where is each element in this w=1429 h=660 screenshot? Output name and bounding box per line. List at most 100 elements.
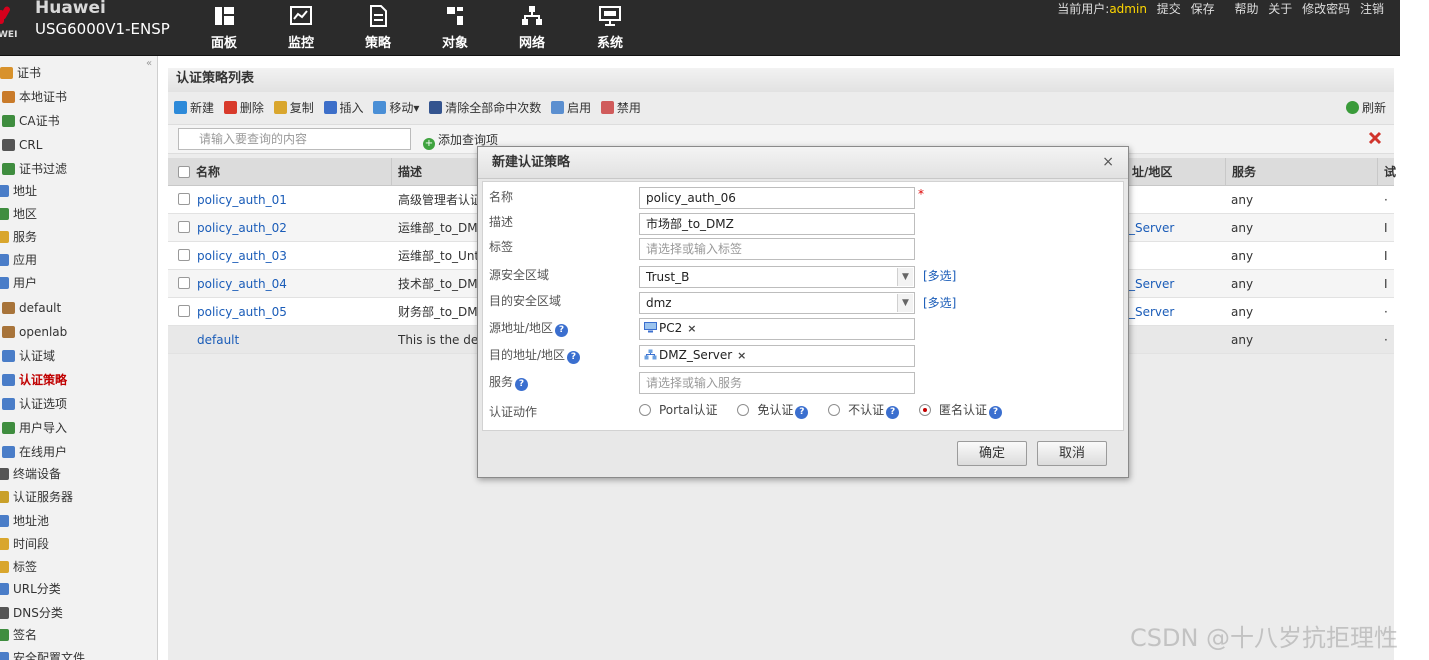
refresh-button[interactable]: 刷新 [1345,96,1386,120]
row-checkbox[interactable] [178,221,190,233]
row-checkbox[interactable] [178,193,190,205]
src-zone-select[interactable]: Trust_B ▼ [639,266,915,288]
remove-tag-icon[interactable]: × [737,349,746,362]
sidebar-item[interactable]: 应用 [0,249,37,271]
logout-link[interactable]: 注销 [1360,2,1384,16]
policy-name-link[interactable]: policy_auth_03 [197,242,387,270]
ok-button[interactable]: 确定 [957,441,1027,466]
clear-filter-icon[interactable] [1368,131,1382,145]
radio-not-auth[interactable]: 不认证? [828,401,900,419]
chevron-down-icon[interactable]: ▼ [897,268,913,286]
new-button[interactable]: 新建 [174,96,214,120]
dst-zone-select[interactable]: dmz ▼ [639,292,915,314]
sidebar-item[interactable]: 证书过滤 [2,158,67,180]
sidebar-item[interactable]: 地区 [0,203,37,225]
policy-name-link[interactable]: policy_auth_05 [197,298,387,326]
policy-name-link[interactable]: policy_auth_01 [197,186,387,214]
help-icon[interactable]: ? [989,406,1003,419]
commit-link[interactable]: 提交 [1157,2,1181,16]
radio-button[interactable] [639,404,651,416]
sidebar-item[interactable]: 标签 [0,556,37,578]
sidebar-item[interactable]: CA证书 [2,110,60,132]
help-icon[interactable]: ? [515,378,529,391]
policy-dst-address[interactable]: _Server [1129,298,1219,326]
col-dst-header[interactable]: 址/地区 [1126,158,1226,186]
about-link[interactable]: 关于 [1268,2,1292,16]
sidebar-item[interactable]: 认证服务器 [0,486,73,508]
src-zone-multi-select[interactable]: [多选] [923,267,956,284]
sidebar-item[interactable]: 地址 [0,180,37,202]
sidebar-item[interactable]: 认证域 [2,345,55,367]
sidebar-item[interactable]: 服务 [0,226,37,248]
tag-input[interactable]: 请选择或输入标签 [639,238,915,260]
sidebar-item[interactable]: DNS分类 [0,602,63,624]
sidebar-item[interactable]: default [2,297,61,319]
help-link[interactable]: 帮助 [1234,2,1258,16]
search-input[interactable]: 请输入要查询的内容 [178,128,411,150]
sidebar-item[interactable]: 证书 [0,62,41,84]
sidebar-item[interactable]: 安全配置文件 [0,647,85,660]
row-checkbox[interactable] [178,249,190,261]
enable-button[interactable]: 启用 [551,96,591,120]
radio-portal-auth[interactable]: Portal认证 [639,401,717,418]
move-button[interactable]: 移动▾ [373,96,419,120]
nav-network[interactable]: 网络 [507,4,557,52]
service-input[interactable]: 请选择或输入服务 [639,372,915,394]
close-icon[interactable]: × [1102,155,1114,169]
sidebar-item[interactable]: 用户 [0,272,37,294]
policy-dst-address[interactable]: _Server [1129,214,1219,242]
policy-name-link[interactable]: policy_auth_02 [197,214,387,242]
chevron-down-icon[interactable]: ▼ [897,294,913,312]
radio-anonymous-auth[interactable]: 匿名认证? [919,401,1003,419]
desc-input[interactable]: 市场部_to_DMZ [639,213,915,235]
sidebar-item[interactable]: URL分类 [0,578,61,600]
radio-button[interactable] [737,404,750,416]
policy-name-link[interactable]: default [197,326,387,354]
row-checkbox[interactable] [178,277,190,289]
sidebar-item[interactable]: openlab [2,321,67,343]
col-service-header[interactable]: 服务 [1226,158,1378,186]
sidebar-item[interactable]: 签名 [0,624,37,646]
select-all-checkbox[interactable] [178,166,190,178]
clear-hits-button[interactable]: 清除全部命中次数 [429,96,541,120]
cancel-button[interactable]: 取消 [1037,441,1107,466]
help-icon[interactable]: ? [567,351,581,364]
help-icon[interactable]: ? [886,406,900,419]
sidebar-item[interactable]: 认证策略 [2,369,67,391]
help-icon[interactable]: ? [555,324,569,337]
sidebar-item[interactable]: CRL [2,134,42,156]
radio-no-auth-exempt[interactable]: 免认证? [737,401,809,419]
src-addr-input[interactable]: PC2 × [639,318,915,340]
policy-name-link[interactable]: policy_auth_04 [197,270,387,298]
help-icon[interactable]: ? [795,406,809,419]
sidebar-item[interactable]: 地址池 [0,510,49,532]
dst-zone-multi-select[interactable]: [多选] [923,294,956,311]
policy-dst-address[interactable] [1129,326,1219,354]
radio-button-selected[interactable] [919,404,931,416]
sidebar-item[interactable]: 用户导入 [2,417,67,439]
nav-dashboard[interactable]: 面板 [199,4,249,52]
copy-button[interactable]: 复制 [273,96,314,120]
policy-dst-address[interactable] [1129,186,1219,214]
sidebar-item[interactable]: 在线用户 [2,441,67,463]
row-checkbox[interactable] [178,305,190,317]
sidebar-item[interactable]: 认证选项 [2,393,67,415]
dst-addr-input[interactable]: DMZ_Server × [639,345,915,367]
insert-button[interactable]: 插入 [323,96,364,120]
nav-object[interactable]: 对象 [430,4,480,52]
sidebar-collapse-button[interactable]: « [146,58,152,69]
remove-tag-icon[interactable]: × [687,322,696,335]
disable-button[interactable]: 禁用 [600,96,641,120]
change-password-link[interactable]: 修改密码 [1302,2,1350,16]
nav-monitor[interactable]: 监控 [276,4,326,52]
save-link[interactable]: 保存 [1191,2,1215,16]
sidebar-item[interactable]: 时间段 [0,533,49,555]
nav-policy[interactable]: 策略 [353,4,403,52]
sidebar-item[interactable]: 终端设备 [0,463,61,485]
name-input[interactable]: policy_auth_06 [639,187,915,209]
delete-button[interactable]: 删除 [223,96,264,120]
current-username[interactable]: admin [1109,2,1147,16]
policy-dst-address[interactable] [1129,242,1219,270]
nav-system[interactable]: 系统 [585,4,635,52]
col-extra-header[interactable]: 试 [1378,158,1396,186]
